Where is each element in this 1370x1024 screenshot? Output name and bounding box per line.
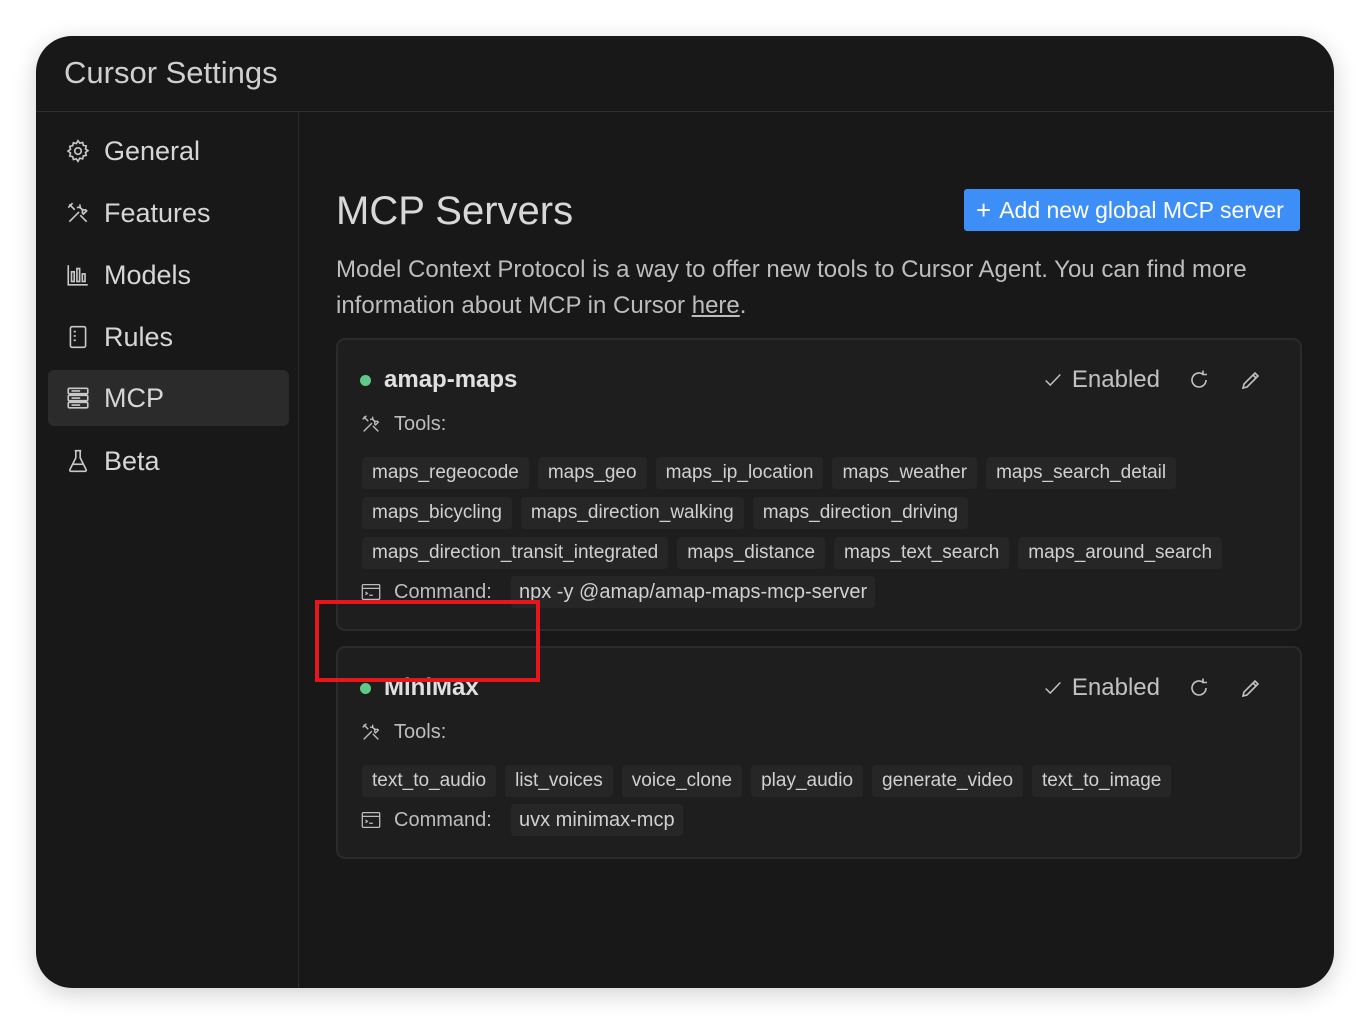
sidebar-item-label: Models	[104, 259, 192, 290]
chip-row: text_to_audio list_voices voice_clone pl…	[362, 765, 1282, 797]
check-icon	[1045, 373, 1061, 387]
main-panel: MCP Servers + Add new global MCP server …	[299, 112, 1334, 988]
tool-chip: maps_bicycling	[362, 497, 512, 529]
sidebar-item-models[interactable]: Models	[48, 247, 289, 303]
enabled-toggle[interactable]: Enabled	[1042, 366, 1160, 394]
tool-chip: generate_video	[872, 765, 1024, 797]
tools-icon	[362, 723, 380, 740]
tool-chip: voice_clone	[621, 765, 743, 797]
tool-chip: maps_direction_driving	[752, 497, 969, 529]
page-description: Model Context Protocol is a way to offer…	[336, 252, 1276, 324]
document-icon	[64, 323, 92, 351]
tool-chip: text_to_image	[1032, 765, 1172, 797]
tool-chip: maps_search_detail	[986, 457, 1177, 489]
sidebar-item-label: General	[104, 135, 201, 166]
enabled-label: Enabled	[1071, 366, 1160, 393]
command-value: uvx minimax-mcp	[511, 804, 683, 836]
enabled-toggle[interactable]: Enabled	[1042, 674, 1160, 702]
edit-icon[interactable]	[1238, 367, 1264, 393]
tool-chips: maps_regeocode maps_geo maps_ip_location…	[362, 457, 1282, 577]
tool-chip: maps_geo	[537, 457, 647, 489]
chip-row: maps_bicycling maps_direction_walking ma…	[362, 497, 1282, 529]
server-header: amap-maps	[360, 365, 517, 395]
status-dot	[360, 374, 371, 386]
sidebar-item-label: MCP	[104, 382, 164, 413]
sidebar-item-rules[interactable]: Rules	[48, 309, 289, 365]
server-actions: Enabled	[1042, 365, 1264, 395]
command-label-row: Command:	[360, 806, 492, 834]
add-mcp-server-button[interactable]: + Add new global MCP server	[964, 189, 1300, 231]
tool-chip: maps_text_search	[834, 537, 1010, 569]
command-label: Command:	[394, 808, 492, 831]
page-title: MCP Servers	[336, 189, 574, 233]
tool-chip: play_audio	[751, 765, 864, 797]
refresh-icon[interactable]	[1186, 367, 1212, 393]
chip-row: maps_direction_transit_integrated maps_d…	[362, 537, 1282, 569]
tools-icon	[362, 415, 380, 432]
server-name: amap-maps	[384, 366, 518, 393]
command-value: npx -y @amap/amap-maps-mcp-server	[511, 576, 876, 608]
highlight-annotation-box	[315, 600, 540, 682]
sidebar: General Features Models Rules MCP Beta	[36, 112, 299, 988]
terminal-icon	[361, 812, 381, 828]
edit-icon[interactable]	[1238, 675, 1264, 701]
plus-icon: +	[976, 195, 992, 225]
tool-chip: maps_weather	[832, 457, 978, 489]
tools-label-row: Tools:	[360, 410, 446, 438]
sidebar-item-beta[interactable]: Beta	[48, 433, 289, 489]
sidebar-item-label: Features	[104, 197, 211, 228]
enabled-label: Enabled	[1071, 674, 1160, 701]
status-dot	[360, 682, 371, 694]
tool-chip: maps_ip_location	[655, 457, 824, 489]
tools-label: Tools:	[394, 720, 447, 743]
tools-icon	[64, 199, 92, 227]
flask-icon	[64, 447, 92, 475]
sidebar-item-features[interactable]: Features	[48, 185, 289, 241]
settings-window: Cursor Settings General Features Models …	[36, 36, 1334, 988]
tool-chip: maps_distance	[677, 537, 826, 569]
tool-chips: text_to_audio list_voices voice_clone pl…	[362, 765, 1282, 805]
check-icon	[1045, 681, 1061, 695]
mcp-server-card: amap-maps Enabled Tools: maps_regeocode …	[336, 338, 1302, 631]
tool-chip: maps_direction_transit_integrated	[362, 537, 669, 569]
tools-label-row: Tools:	[360, 718, 446, 746]
tool-chip: list_voices	[505, 765, 613, 797]
refresh-icon[interactable]	[1186, 675, 1212, 701]
sidebar-item-label: Beta	[104, 445, 160, 476]
description-text: Model Context Protocol is a way to offer…	[336, 256, 1247, 319]
sidebar-item-mcp[interactable]: MCP	[48, 370, 289, 426]
tool-chip: maps_around_search	[1018, 537, 1223, 569]
sidebar-item-label: Rules	[104, 321, 174, 352]
tools-label: Tools:	[394, 412, 447, 435]
window-title: Cursor Settings	[64, 55, 278, 90]
chip-row: maps_regeocode maps_geo maps_ip_location…	[362, 457, 1282, 489]
tool-chip: maps_direction_walking	[520, 497, 744, 529]
gear-icon	[64, 137, 92, 165]
add-mcp-server-label: Add new global MCP server	[999, 196, 1284, 223]
here-link[interactable]: here	[692, 292, 740, 319]
sidebar-item-general[interactable]: General	[48, 123, 289, 179]
tool-chip: maps_regeocode	[362, 457, 529, 489]
tool-chip: text_to_audio	[362, 765, 497, 797]
server-actions: Enabled	[1042, 673, 1264, 703]
chart-icon	[64, 261, 92, 289]
server-icon	[64, 384, 92, 412]
title-bar: Cursor Settings	[36, 36, 1334, 112]
description-end: .	[739, 292, 747, 319]
